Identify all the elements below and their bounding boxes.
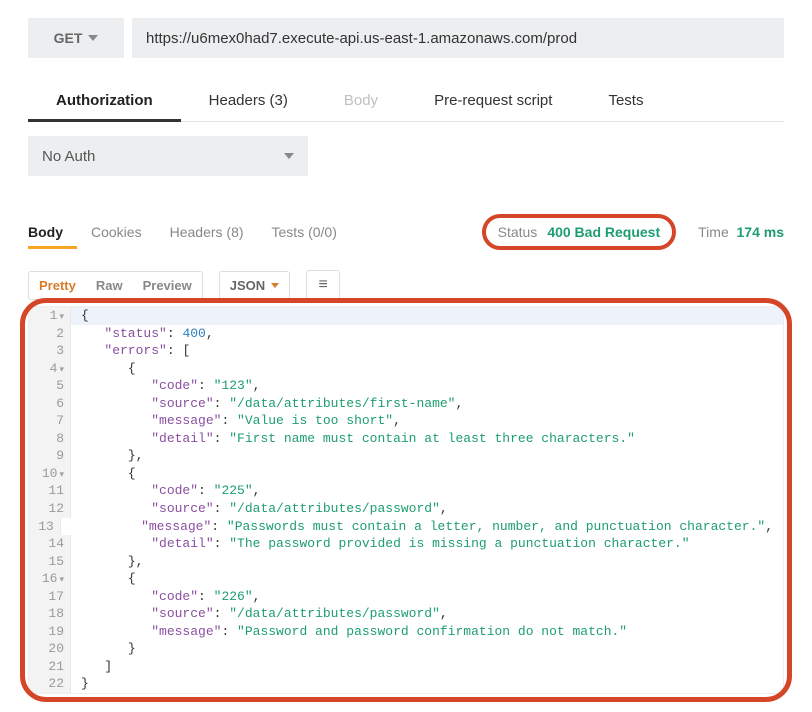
gutter-line[interactable]: 6 [29,395,71,413]
chevron-down-icon [284,153,294,159]
code-line: "status": 400, [71,325,224,343]
code-line: "message": "Password and password confir… [71,623,637,641]
language-select[interactable]: JSON [219,271,290,300]
code-line: "source": "/data/attributes/password", [71,605,458,623]
gutter-line[interactable]: 3 [29,342,71,360]
code-line: "errors": [ [71,342,200,360]
gutter-line[interactable]: 5 [29,377,71,395]
tab-body[interactable]: Body [316,82,406,122]
tab-tests[interactable]: Tests [580,82,671,122]
response-tabs-row: Body Cookies Headers (8) Tests (0/0) Sta… [28,214,784,250]
response-body-code[interactable]: 1▾{2 "status": 400,3 "errors": [4▾ {5 "c… [28,306,784,694]
body-view-buttons: Pretty Raw Preview [28,271,203,300]
gutter-line[interactable]: 19 [29,623,71,641]
chevron-down-icon [88,35,98,41]
http-method-select[interactable]: GET [28,18,124,58]
url-value: https://u6mex0had7.execute-api.us-east-1… [146,30,577,47]
code-line: }, [71,553,153,571]
gutter-line[interactable]: 14 [29,535,71,553]
language-label: JSON [230,278,265,293]
gutter-line[interactable]: 4▾ [29,360,71,378]
rtab-body[interactable]: Body [28,216,77,249]
tab-prerequest[interactable]: Pre-request script [406,82,580,122]
gutter-line[interactable]: 9 [29,447,71,465]
wrap-icon [318,276,327,294]
http-method-label: GET [54,30,83,46]
gutter-line[interactable]: 12 [29,500,71,518]
gutter-line[interactable]: 13 [29,518,61,536]
rtab-cookies[interactable]: Cookies [91,216,156,248]
gutter-line[interactable]: 20 [29,640,71,658]
status-value: 400 Bad Request [547,224,660,240]
auth-type-label: No Auth [42,148,95,165]
gutter-line[interactable]: 7 [29,412,71,430]
code-line: { [71,570,146,588]
gutter-line[interactable]: 1▾ [29,307,71,325]
gutter-line[interactable]: 15 [29,553,71,571]
view-raw[interactable]: Raw [86,272,133,299]
code-line: "source": "/data/attributes/password", [71,500,458,518]
code-line: "message": "Value is too short", [71,412,411,430]
code-line: "code": "226", [71,588,270,606]
gutter-line[interactable]: 2 [29,325,71,343]
url-input[interactable]: https://u6mex0had7.execute-api.us-east-1… [132,18,784,58]
code-line: "detail": "First name must contain at le… [71,430,645,448]
gutter-line[interactable]: 8 [29,430,71,448]
code-line: "message": "Passwords must contain a let… [61,518,783,536]
code-line: }, [71,447,153,465]
view-preview[interactable]: Preview [133,272,202,299]
request-tabs: Authorization Headers (3) Body Pre-reque… [28,82,784,122]
gutter-line[interactable]: 11 [29,482,71,500]
rtab-tests[interactable]: Tests (0/0) [272,216,351,248]
code-line: ] [71,658,122,676]
auth-type-select[interactable]: No Auth [28,136,308,176]
time-value: 174 ms [737,224,784,240]
wrap-toggle-button[interactable] [306,270,340,300]
gutter-line[interactable]: 16▾ [29,570,71,588]
gutter-line[interactable]: 17 [29,588,71,606]
code-line: "code": "225", [71,482,270,500]
code-line: } [71,675,99,693]
code-line: { [71,465,146,483]
gutter-line[interactable]: 21 [29,658,71,676]
view-pretty[interactable]: Pretty [29,272,86,299]
code-line: } [71,640,146,658]
gutter-line[interactable]: 10▾ [29,465,71,483]
status-label: Status [498,224,538,240]
code-line: "detail": "The password provided is miss… [71,535,700,553]
code-line: { [71,360,146,378]
chevron-down-icon [271,283,279,288]
rtab-headers[interactable]: Headers (8) [170,216,258,248]
code-line: "code": "123", [71,377,270,395]
status-pill: Status 400 Bad Request [482,214,677,250]
tab-headers[interactable]: Headers (3) [181,82,316,122]
tab-authorization[interactable]: Authorization [28,82,181,122]
code-line: { [71,307,99,325]
time-label: Time [698,224,729,240]
code-line: "source": "/data/attributes/first-name", [71,395,473,413]
gutter-line[interactable]: 18 [29,605,71,623]
gutter-line[interactable]: 22 [29,675,71,693]
